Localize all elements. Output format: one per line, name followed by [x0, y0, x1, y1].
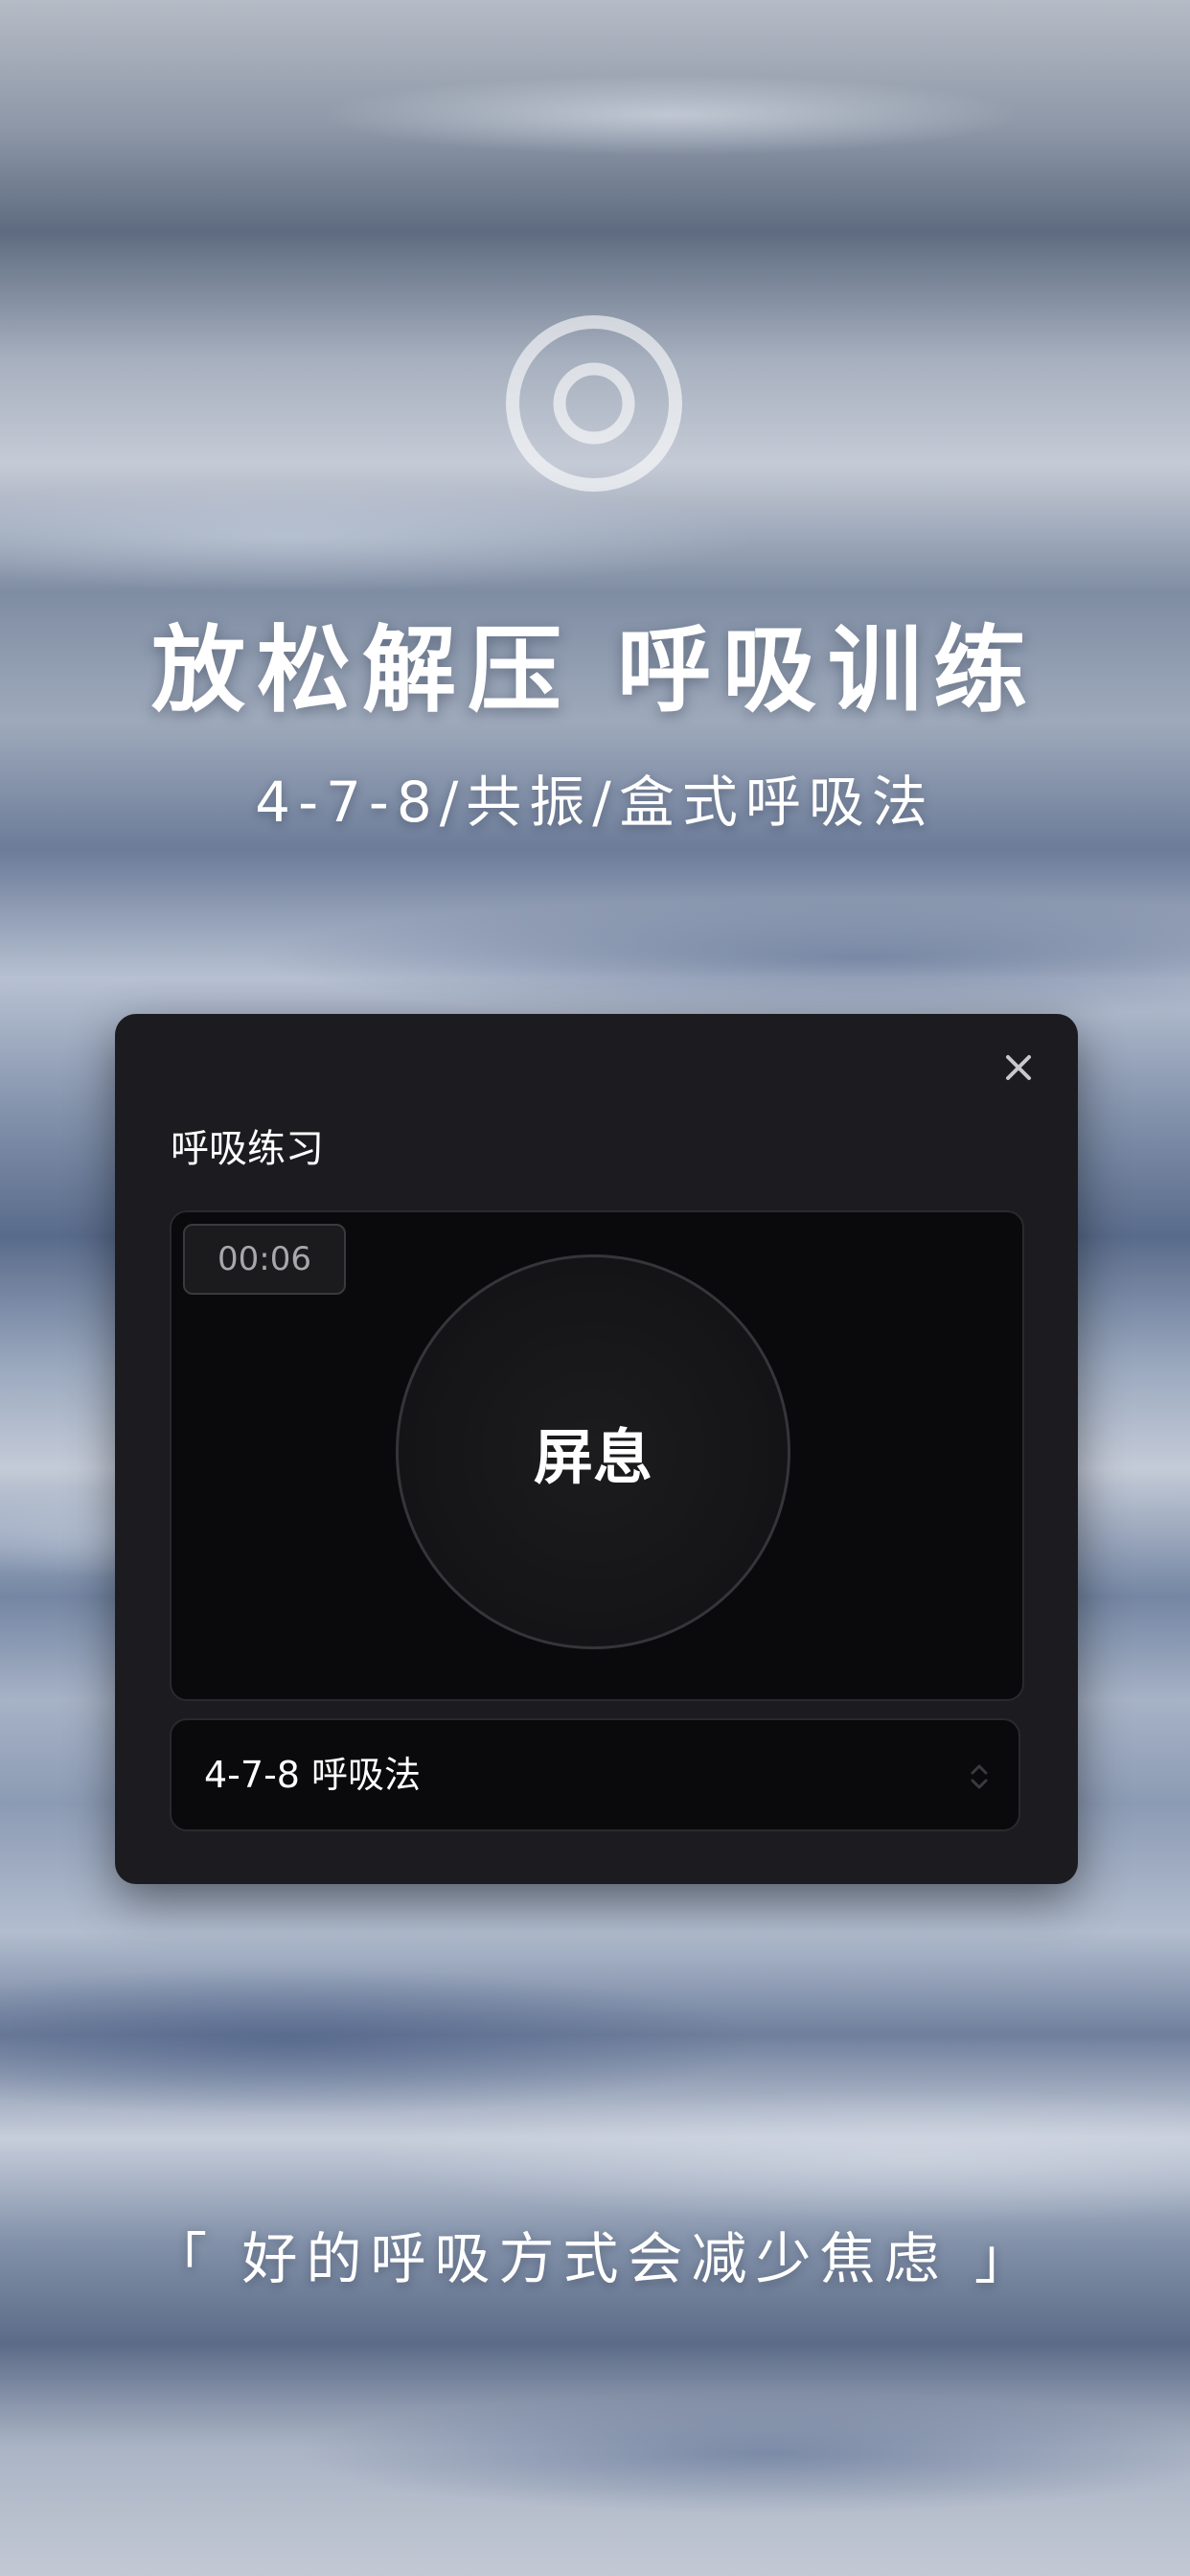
close-icon[interactable]	[999, 1048, 1038, 1087]
select-updown-icon	[967, 1760, 992, 1793]
concentric-circle-icon	[502, 311, 686, 495]
headline: 放松解压 呼吸训练	[150, 616, 1040, 725]
breathing-stage: 00:06 屏息	[170, 1210, 1024, 1701]
dialog-title: 呼吸练习	[171, 1127, 324, 1171]
phase-label: 屏息	[533, 1422, 652, 1492]
timer-badge: 00:06	[183, 1224, 346, 1295]
footer-quote: 「 好的呼吸方式会减少焦虑 」	[151, 2226, 1039, 2291]
subheadline: 4-7-8/共振/盒式呼吸法	[255, 770, 935, 835]
breathing-circle[interactable]: 屏息	[396, 1254, 790, 1649]
breathing-dialog: 呼吸练习 00:06 屏息 4-7-8 呼吸法	[115, 1014, 1078, 1884]
method-select-value: 4-7-8 呼吸法	[204, 1754, 422, 1796]
method-select[interactable]: 4-7-8 呼吸法	[170, 1718, 1020, 1831]
